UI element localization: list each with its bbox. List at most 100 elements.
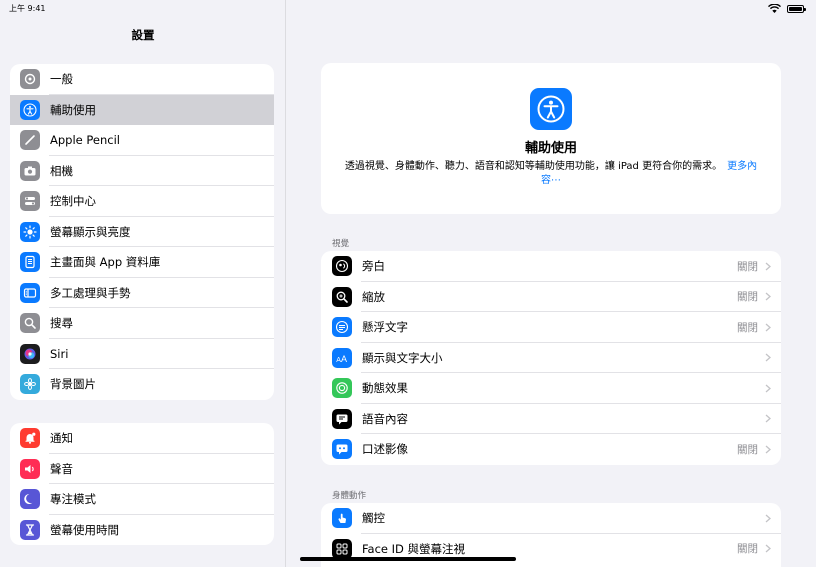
row-display-text-size[interactable]: AA 顯示與文字大小 <box>321 343 781 374</box>
sidebar-item-label: 背景圖片 <box>50 377 96 392</box>
sidebar-item-label: 聲音 <box>50 461 73 476</box>
speaker-icon <box>20 458 40 479</box>
sidebar-item-apple-pencil[interactable]: Apple Pencil <box>10 125 274 156</box>
sidebar-item-siri[interactable]: Siri <box>10 339 274 370</box>
chevron-right-icon <box>765 323 771 332</box>
bell-icon <box>20 428 40 449</box>
multitask-icon <box>20 282 40 303</box>
row-motion[interactable]: 動態效果 <box>321 373 781 404</box>
accessibility-icon <box>530 88 572 130</box>
audio-description-icon <box>332 439 352 460</box>
status-bar: 上午 9:41 <box>0 0 816 18</box>
sidebar-item-camera[interactable]: 相機 <box>10 156 274 187</box>
status-icons <box>768 4 806 13</box>
chevron-right-icon <box>765 445 771 454</box>
row-label: 顯示與文字大小 <box>362 350 443 365</box>
detail-pane: 輔助使用 透過視覺、身體動作、聽力、語音和認知等輔助使用功能，讓 iPad 更符… <box>287 0 816 567</box>
sidebar-item-general[interactable]: 一般 <box>10 64 274 95</box>
sidebar-item-notifications[interactable]: 通知 <box>10 423 274 454</box>
motion-icon <box>332 378 352 399</box>
row-value: 關閉 <box>737 291 758 304</box>
sidebar: 設置 一般 輔助使用 Apple Pencil 相機 控制中心 螢幕顯示與亮度 <box>0 0 286 567</box>
row-touch[interactable]: 觸控 <box>321 503 781 534</box>
sidebar-item-search[interactable]: 搜尋 <box>10 308 274 339</box>
sidebar-item-multitasking[interactable]: 多工處理與手勢 <box>10 278 274 309</box>
sidebar-group-main: 一般 輔助使用 Apple Pencil 相機 控制中心 螢幕顯示與亮度 主畫面… <box>10 64 274 400</box>
sidebar-item-display-brightness[interactable]: 螢幕顯示與亮度 <box>10 217 274 248</box>
chevron-right-icon <box>765 514 771 523</box>
control-center-icon <box>20 191 40 212</box>
sidebar-item-screen-time[interactable]: 螢幕使用時間 <box>10 515 274 546</box>
battery-icon <box>787 4 806 13</box>
hero-description-text: 透過視覺、身體動作、聽力、語音和認知等輔助使用功能，讓 iPad 更符合你的需求… <box>344 161 718 172</box>
sidebar-item-focus[interactable]: 專注模式 <box>10 484 274 515</box>
text-size-icon: AA <box>332 347 352 368</box>
row-value: 關閉 <box>737 260 758 273</box>
row-zoom[interactable]: 縮放 關閉 <box>321 282 781 313</box>
zoom-icon <box>332 286 352 307</box>
row-label: 動態效果 <box>362 381 408 396</box>
wifi-icon <box>768 4 781 13</box>
hover-text-icon <box>332 317 352 338</box>
row-label: Face ID 與螢幕注視 <box>362 541 466 556</box>
sidebar-group-notifications: 通知 聲音 專注模式 螢幕使用時間 <box>10 423 274 545</box>
sidebar-title: 設置 <box>131 28 155 42</box>
chevron-right-icon <box>765 353 771 362</box>
row-value: 關閉 <box>737 321 758 334</box>
hero-description: 透過視覺、身體動作、聽力、語音和認知等輔助使用功能，讓 iPad 更符合你的需求… <box>339 160 763 188</box>
sidebar-item-label: Siri <box>50 346 69 361</box>
chevron-right-icon <box>765 262 771 271</box>
sidebar-item-label: 主畫面與 App 資料庫 <box>50 255 161 270</box>
row-label: 口述影像 <box>362 442 408 457</box>
sidebar-item-accessibility[interactable]: 輔助使用 <box>10 94 274 125</box>
sidebar-item-label: 相機 <box>50 163 73 178</box>
pencil-icon <box>20 130 40 151</box>
sidebar-item-label: 輔助使用 <box>50 102 96 117</box>
sidebar-item-home-screen[interactable]: 主畫面與 App 資料庫 <box>10 247 274 278</box>
chevron-right-icon <box>765 384 771 393</box>
row-label: 縮放 <box>362 289 385 304</box>
sidebar-item-sounds[interactable]: 聲音 <box>10 454 274 485</box>
sidebar-item-label: 多工處理與手勢 <box>50 285 131 300</box>
sidebar-item-wallpaper[interactable]: 背景圖片 <box>10 369 274 400</box>
siri-icon <box>20 343 40 364</box>
camera-icon <box>20 160 40 181</box>
sidebar-item-label: 搜尋 <box>50 316 73 331</box>
hero-title: 輔助使用 <box>524 141 577 156</box>
search-icon <box>20 313 40 334</box>
row-label: 旁白 <box>362 259 385 274</box>
row-voiceover[interactable]: 旁白 關閉 <box>321 251 781 282</box>
home-screen-icon <box>20 252 40 273</box>
sidebar-item-label: 控制中心 <box>50 194 96 209</box>
row-hover-text[interactable]: 懸浮文字 關閉 <box>321 312 781 343</box>
wallpaper-icon <box>20 374 40 395</box>
status-time: 上午 9:41 <box>9 4 46 13</box>
touch-icon <box>332 508 352 529</box>
chevron-right-icon <box>765 544 771 553</box>
svg-text:A: A <box>341 354 347 364</box>
sun-icon <box>20 221 40 242</box>
row-value: 關閉 <box>737 443 758 456</box>
sidebar-item-label: Apple Pencil <box>50 133 120 148</box>
section-header-vision: 視覺 <box>332 239 350 249</box>
sidebar-item-control-center[interactable]: 控制中心 <box>10 186 274 217</box>
row-label: 懸浮文字 <box>362 320 408 335</box>
home-indicator[interactable] <box>300 557 516 561</box>
face-id-icon <box>332 538 352 559</box>
row-value: 關閉 <box>737 543 758 556</box>
moon-icon <box>20 489 40 510</box>
section-header-physical-motor: 身體動作 <box>332 491 367 501</box>
spoken-content-icon <box>332 408 352 429</box>
sidebar-item-label: 通知 <box>50 431 73 446</box>
row-label: 語音內容 <box>362 411 408 426</box>
row-audio-descriptions[interactable]: 口述影像 關閉 <box>321 434 781 465</box>
sidebar-item-label: 螢幕顯示與亮度 <box>50 224 131 239</box>
vision-settings-list: 旁白 關閉 縮放 關閉 懸浮文字 關閉 AA 顯示與文字大小 動態效果 語音內容… <box>321 251 781 465</box>
row-spoken-content[interactable]: 語音內容 <box>321 404 781 435</box>
sidebar-item-label: 一般 <box>50 72 73 87</box>
accessibility-hero-card: 輔助使用 透過視覺、身體動作、聽力、語音和認知等輔助使用功能，讓 iPad 更符… <box>321 63 781 214</box>
chevron-right-icon <box>765 414 771 423</box>
hourglass-icon <box>20 519 40 540</box>
sidebar-item-label: 專注模式 <box>50 492 96 507</box>
chevron-right-icon <box>765 292 771 301</box>
